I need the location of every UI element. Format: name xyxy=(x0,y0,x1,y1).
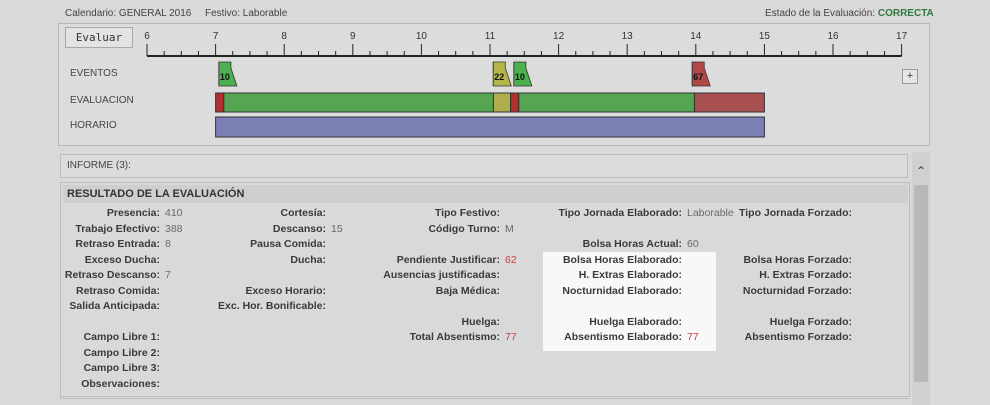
field-value: 410 xyxy=(165,207,183,219)
event-value: 10 xyxy=(515,72,525,82)
evaluation-segment xyxy=(215,92,225,113)
expand-button[interactable]: + xyxy=(902,69,918,84)
timeline-tick-label: 8 xyxy=(281,31,287,42)
event-flag: 22 xyxy=(492,61,512,87)
field-label: Retraso Descanso: xyxy=(64,269,160,281)
schedule-segment xyxy=(215,116,765,138)
field-label: Descanso: xyxy=(272,222,326,235)
field-label: Exc. Hor. Bonificable: xyxy=(218,300,326,312)
field-value: 388 xyxy=(165,222,183,235)
field-value: 77 xyxy=(505,331,517,343)
timeline-tick-label: 11 xyxy=(485,31,496,42)
field-value: 7 xyxy=(165,269,171,281)
field-label: Retraso Entrada: xyxy=(75,238,160,250)
evaluation-segment xyxy=(518,92,695,113)
event-flag: 10 xyxy=(218,61,238,87)
field-label: Bolsa Horas Forzado: xyxy=(743,253,852,266)
timeline-tick-label: 9 xyxy=(350,31,356,42)
evaluation-segment xyxy=(223,92,494,113)
field-value: 8 xyxy=(165,238,171,250)
field-label: Nocturnidad Forzado: xyxy=(742,284,852,297)
timeline-tick-label: 6 xyxy=(144,31,150,42)
field-label: Pendiente Justificar: xyxy=(396,253,500,266)
evaluation-segment xyxy=(492,92,512,113)
field-label: Huelga Forzado: xyxy=(769,315,852,328)
chevron-up-icon[interactable]: ⌃ xyxy=(913,164,929,180)
field-label: Código Turno: xyxy=(428,222,500,235)
divider xyxy=(60,398,910,399)
field-value: M xyxy=(505,222,514,235)
scrollbar-thumb[interactable] xyxy=(914,185,928,382)
field-label: Retraso Comida: xyxy=(75,284,160,297)
evaluation-result-title: RESULTADO DE LA EVALUACIÓN xyxy=(63,185,908,203)
field-label: Exceso Ducha: xyxy=(84,253,160,266)
event-flag: 10 xyxy=(513,61,533,87)
field-value: 62 xyxy=(505,253,517,266)
timeline-evaluation-bars xyxy=(215,92,765,113)
field-label: Tipo Jornada Forzado: xyxy=(739,207,852,219)
field-label: H. Extras Forzado: xyxy=(759,269,852,281)
field-label: Ducha: xyxy=(290,253,326,266)
field-label: Trabajo Efectivo: xyxy=(75,222,160,235)
timeline-chart: 6 7 8 9 10 11 12 13 14 15 16 17 10 22 10 67 xyxy=(144,31,908,138)
field-label: Campo Libre 3: xyxy=(83,362,160,374)
field-label: Tipo Festivo: xyxy=(434,207,500,219)
field-value: 77 xyxy=(687,331,699,343)
timeline-events: 10 22 10 67 xyxy=(218,61,711,87)
field-label: Pausa Comida: xyxy=(250,238,326,250)
event-value: 67 xyxy=(693,72,703,82)
field-label: Huelga: xyxy=(461,315,500,328)
event-value: 22 xyxy=(494,72,504,82)
field-label: Bolsa Horas Elaborado: xyxy=(562,253,682,266)
field-label: Absentismo Elaborado: xyxy=(564,331,682,343)
timeline-tick-label: 14 xyxy=(690,31,702,42)
field-label: Baja Médica: xyxy=(435,284,500,297)
field-label: Absentismo Forzado: xyxy=(744,331,852,343)
timeline-tick-label: 13 xyxy=(622,31,634,42)
field-label: Ausencias justificadas: xyxy=(383,269,500,281)
timeline-tick-label: 10 xyxy=(416,31,428,42)
timeline-tick-label: 15 xyxy=(759,31,771,42)
timeline-tick-label: 16 xyxy=(827,31,839,42)
field-label: Bolsa Horas Actual: xyxy=(582,238,682,250)
field-label: Total Absentismo: xyxy=(409,331,500,343)
field-value: Laborable xyxy=(687,207,734,219)
report-header[interactable]: INFORME (3): xyxy=(60,154,908,178)
field-label: Nocturnidad Elaborado: xyxy=(562,284,682,297)
timeline-tick-label: 12 xyxy=(553,31,565,42)
field-label: Cortesía: xyxy=(280,207,326,219)
field-value: 15 xyxy=(331,222,343,235)
timeline-schedule-bars xyxy=(215,116,765,138)
field-label: Huelga Elaborado: xyxy=(589,315,682,328)
row-label-evaluacion: EVALUACION xyxy=(70,95,134,106)
row-label-eventos: EVENTOS xyxy=(70,68,118,79)
evaluation-segment xyxy=(693,92,765,113)
field-label: H. Extras Elaborado: xyxy=(578,269,682,281)
field-value: 60 xyxy=(687,238,699,250)
row-label-horario: HORARIO xyxy=(70,120,117,131)
timeline-axis: 6 7 8 9 10 11 12 13 14 15 16 17 xyxy=(144,31,908,57)
field-label: Campo Libre 1: xyxy=(83,331,160,343)
field-label: Exceso Horario: xyxy=(245,284,326,297)
event-flag: 67 xyxy=(691,61,711,87)
timeline-tick-label: 17 xyxy=(896,31,908,42)
field-label: Presencia: xyxy=(106,207,160,219)
field-label: Salida Anticipada: xyxy=(69,300,160,312)
field-label: Campo Libre 2: xyxy=(83,346,160,359)
event-value: 10 xyxy=(220,72,230,82)
field-label: Observaciones: xyxy=(81,377,160,390)
timeline-tick-label: 7 xyxy=(213,31,219,42)
field-label: Tipo Jornada Elaborado: xyxy=(558,207,683,219)
evaluation-segment xyxy=(510,92,520,113)
